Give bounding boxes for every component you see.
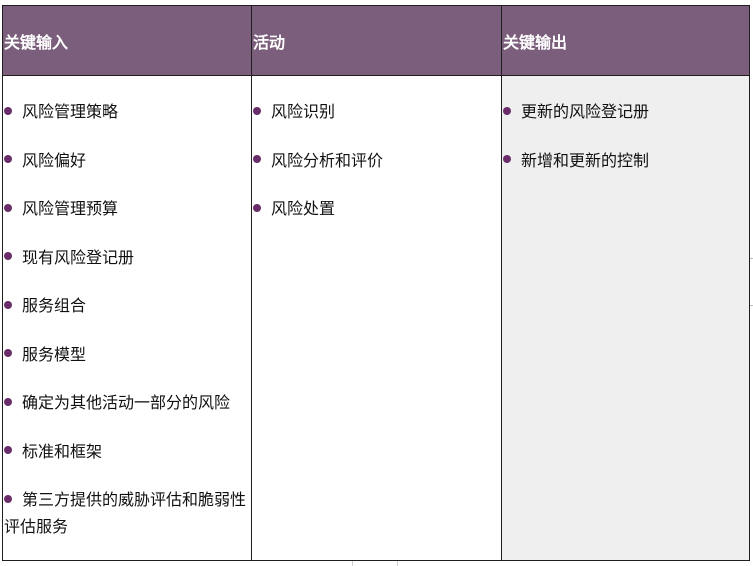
key-outputs-cell: 更新的风险登记册 新增和更新的控制 [502,76,749,560]
list-item: 风险管理策略 [4,98,250,125]
key-inputs-list: 风险管理策略 风险偏好 风险管理预算 现有风险登记册 服务组合 服务模型 确定为… [4,98,250,540]
list-item: 更新的风险登记册 [503,98,748,125]
list-item: 服务模型 [4,341,250,368]
bullet-icon [4,349,12,357]
list-item-label: 现有风险登记册 [22,247,135,267]
header-activities: 活动 [252,6,502,76]
bullet-icon [4,203,12,212]
list-item-label: 确定为其他活动一部分的风险 [22,393,231,412]
list-item-label: 服务组合 [22,296,87,315]
list-item-label: 风险管理策略 [22,102,119,121]
list-item-label: 新增和更新的控制 [521,150,650,170]
bullet-icon [503,155,511,163]
list-item-label: 标准和框架 [22,441,103,461]
list-item: 标准和框架 [4,438,250,465]
list-item: 风险偏好 [4,147,250,174]
bullet-icon [4,155,12,163]
key-outputs-list: 更新的风险登记册 新增和更新的控制 [503,98,748,174]
list-item-label: 风险管理预算 [22,199,119,218]
list-item: 第三方提供的威胁评估和脆弱性评估服务 [4,486,250,540]
header-key-inputs-label: 关键输入 [4,32,69,52]
bullet-icon [253,155,261,163]
list-item: 风险管理预算 [4,195,250,222]
list-item: 现有风险登记册 [4,244,250,271]
bullet-icon [503,106,511,115]
bullet-icon [253,203,261,212]
header-key-outputs: 关键输出 [502,6,749,76]
bullet-icon [4,446,12,454]
bullet-icon [4,494,12,503]
list-item-label: 风险处置 [271,199,336,218]
list-item: 新增和更新的控制 [503,147,748,174]
activities-cell: 风险识别 风险分析和评价 风险处置 [252,76,502,560]
list-item-label: 风险识别 [271,102,336,121]
header-activities-label: 活动 [253,32,286,52]
bullet-icon [253,106,261,115]
list-item-label: 风险偏好 [22,150,87,170]
bullet-icon [4,300,12,309]
list-item: 风险分析和评价 [253,147,500,174]
key-inputs-cell: 风险管理策略 风险偏好 风险管理预算 现有风险登记册 服务组合 服务模型 确定为… [3,76,252,560]
bullet-icon [4,106,12,115]
list-item: 服务组合 [4,292,250,319]
list-item: 风险识别 [253,98,500,125]
list-item-label: 第三方提供的威胁评估和脆弱性评估服务 [4,490,247,536]
bottom-guide-marks [352,561,398,566]
list-item-label: 风险分析和评价 [271,150,384,170]
list-item: 风险处置 [253,195,500,222]
list-item-label: 服务模型 [22,344,87,364]
bullet-icon [4,397,12,406]
header-key-inputs: 关键输入 [3,6,252,76]
process-table: 关键输入 活动 关键输出 风险管理策略 风险偏好 风险管理预算 现有风险登记册 … [2,5,750,561]
list-item-label: 更新的风险登记册 [521,102,650,121]
bullet-icon [4,252,12,260]
header-key-outputs-label: 关键输出 [503,32,568,52]
list-item: 确定为其他活动一部分的风险 [4,389,250,416]
activities-list: 风险识别 风险分析和评价 风险处置 [253,98,500,222]
